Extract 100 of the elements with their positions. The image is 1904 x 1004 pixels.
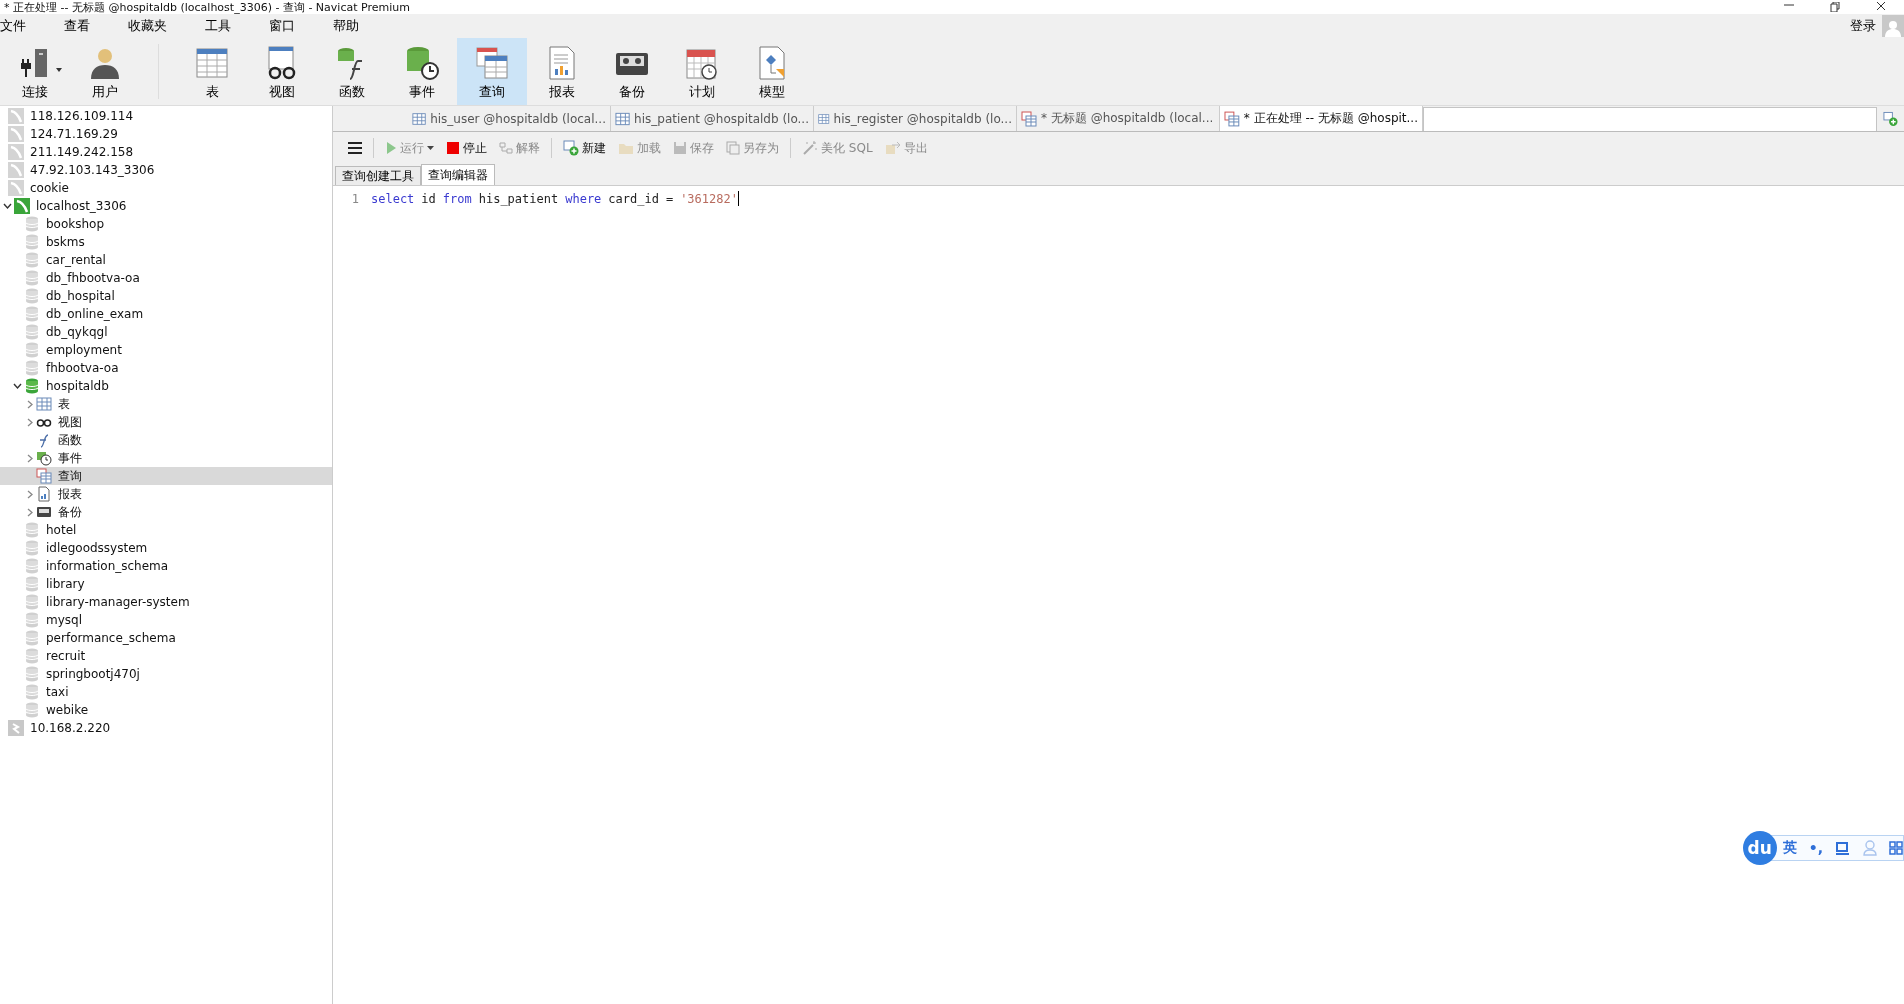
- database-icon: [24, 252, 40, 268]
- tree-item[interactable]: bskms: [0, 233, 332, 251]
- tree-item[interactable]: performance_schema: [0, 629, 332, 647]
- menu-item[interactable]: 文件: [0, 15, 38, 37]
- table-icon: [194, 45, 230, 81]
- editor-tab[interactable]: 查询创建工具: [335, 166, 421, 185]
- tree-item[interactable]: db_qykqgl: [0, 323, 332, 341]
- tree-item[interactable]: 47.92.103.143_3306: [0, 161, 332, 179]
- connection-icon: [8, 720, 24, 736]
- menu-item[interactable]: 帮助: [321, 15, 371, 37]
- chevron-down-icon: [2, 201, 12, 211]
- tree-item[interactable]: library: [0, 575, 332, 593]
- database-icon: [24, 270, 40, 286]
- connection-icon: [8, 144, 24, 160]
- connection-icon-active: [14, 198, 30, 214]
- database-icon: [24, 234, 40, 250]
- query-icon: [474, 45, 510, 81]
- menu-item[interactable]: 窗口: [257, 15, 307, 37]
- tree-item[interactable]: 函数: [0, 431, 332, 449]
- tree-item[interactable]: 事件: [0, 449, 332, 467]
- tree-item[interactable]: db_hospital: [0, 287, 332, 305]
- toolbar-button[interactable]: 查询: [457, 38, 527, 105]
- code-token: where: [565, 191, 602, 206]
- query-toolbar-button[interactable]: 新建: [558, 137, 611, 159]
- tree-item[interactable]: 124.71.169.29: [0, 125, 332, 143]
- save-icon: [673, 141, 687, 155]
- tree-item[interactable]: cookie: [0, 179, 332, 197]
- person-icon: [1863, 840, 1877, 856]
- tree-item[interactable]: employment: [0, 341, 332, 359]
- database-icon: [24, 612, 40, 628]
- code-token: =: [665, 191, 674, 206]
- tree-item[interactable]: 报表: [0, 485, 332, 503]
- toolbar-button[interactable]: 事件: [387, 38, 457, 105]
- tree-item[interactable]: 10.168.2.220: [0, 719, 332, 737]
- tree-item[interactable]: hotel: [0, 521, 332, 539]
- table-icon: [36, 396, 52, 412]
- user-silhouette-icon: [1884, 19, 1902, 37]
- tree-item[interactable]: car_rental: [0, 251, 332, 269]
- toolbar-button[interactable]: 连接: [0, 38, 70, 105]
- menu-item[interactable]: 工具: [193, 15, 243, 37]
- ime-logo[interactable]: du: [1742, 831, 1777, 865]
- folder-icon: [618, 141, 634, 155]
- line-number: 1: [350, 191, 359, 206]
- database-icon: [24, 630, 40, 646]
- text-cursor: [737, 191, 739, 206]
- table-icon: [615, 110, 631, 127]
- menu-item[interactable]: 查看: [52, 15, 102, 37]
- toolbar-button[interactable]: 视图: [247, 38, 317, 105]
- tree-item[interactable]: hospitaldb: [0, 377, 332, 395]
- tree-item[interactable]: fhbootva-oa: [0, 359, 332, 377]
- chevron-down-icon: [12, 381, 22, 391]
- tree-item[interactable]: 查询: [0, 467, 332, 485]
- database-icon: [24, 522, 40, 538]
- tree-item[interactable]: library-manager-system: [0, 593, 332, 611]
- query-toolbar-button[interactable]: 停止: [441, 137, 492, 159]
- stop-icon: [446, 141, 460, 155]
- export-icon: [884, 141, 901, 155]
- tree-item[interactable]: springbootj470j: [0, 665, 332, 683]
- restore-icon: [1830, 2, 1840, 12]
- document-tab[interactable]: * 正在处理 -- 无标题 @hospit...: [1220, 106, 1423, 131]
- menu-item[interactable]: 收藏夹: [116, 15, 179, 37]
- punctuation-mode[interactable]: •,: [1808, 840, 1823, 856]
- database-icon: [24, 702, 40, 718]
- language-mode[interactable]: 英: [1782, 839, 1797, 857]
- toolbar-button[interactable]: 函数: [317, 38, 387, 105]
- tree-item[interactable]: recruit: [0, 647, 332, 665]
- query-icon: [1021, 110, 1037, 127]
- toolbar-button[interactable]: 备份: [597, 38, 667, 105]
- toolbar-button[interactable]: 表: [177, 38, 247, 105]
- menu-icon: [348, 142, 362, 154]
- toolbar-button[interactable]: 报表: [527, 38, 597, 105]
- toolbar-button[interactable]: 用户: [70, 38, 140, 105]
- tree-item[interactable]: idlegoodssystem: [0, 539, 332, 557]
- tree-item[interactable]: db_fhbootva-oa: [0, 269, 332, 287]
- database-icon: [24, 216, 40, 232]
- tree-item[interactable]: 表: [0, 395, 332, 413]
- toolbar-button[interactable]: 模型: [737, 38, 807, 105]
- tree-item[interactable]: 118.126.109.114: [0, 107, 332, 125]
- tree-item[interactable]: 211.149.242.158: [0, 143, 332, 161]
- code-token: select: [371, 191, 415, 206]
- tree-item[interactable]: webike: [0, 701, 332, 719]
- database-icon: [24, 666, 40, 682]
- tree-item[interactable]: 视图: [0, 413, 332, 431]
- tree-item[interactable]: db_online_exam: [0, 305, 332, 323]
- add-query-icon: [1883, 110, 1898, 127]
- report-icon: [36, 486, 52, 502]
- save-as-icon: [726, 141, 740, 155]
- database-clock-icon: [404, 45, 440, 81]
- tree-item[interactable]: 备份: [0, 503, 332, 521]
- tree-item[interactable]: mysql: [0, 611, 332, 629]
- tree-item[interactable]: information_schema: [0, 557, 332, 575]
- tree-item[interactable]: bookshop: [0, 215, 332, 233]
- magic-wand-icon: [802, 140, 818, 156]
- toolbar-button[interactable]: 计划: [667, 38, 737, 105]
- login-button[interactable]: 登录: [1844, 17, 1882, 35]
- connection-icon: [8, 126, 24, 142]
- database-icon: [24, 558, 40, 574]
- editor-tab[interactable]: 查询编辑器: [421, 164, 495, 185]
- tree-item[interactable]: localhost_3306: [0, 197, 332, 215]
- tree-item[interactable]: taxi: [0, 683, 332, 701]
